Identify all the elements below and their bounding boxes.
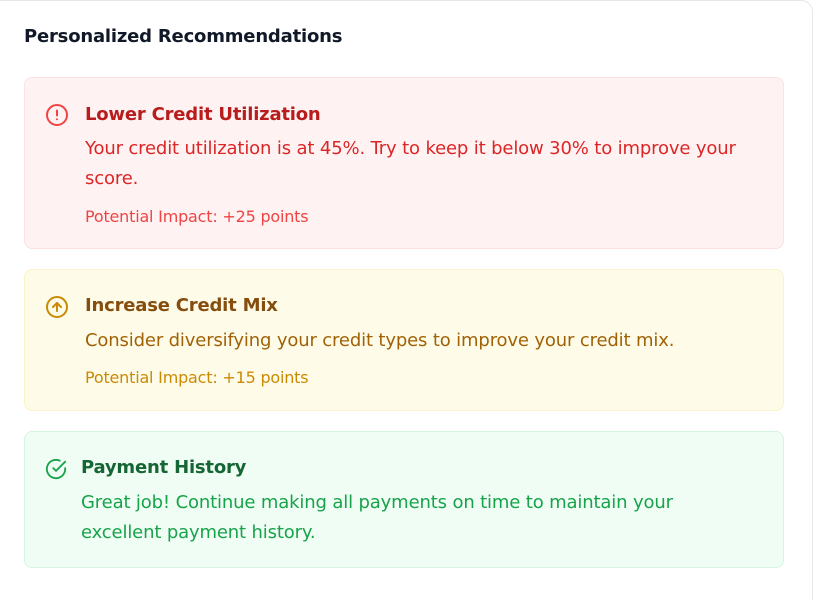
arrow-up-circle-icon — [45, 295, 69, 319]
recommendation-impact: Potential Impact: +25 points — [85, 207, 309, 226]
recommendation-title: Payment History — [81, 457, 247, 478]
check-circle-icon — [45, 458, 67, 480]
recommendation-card-payment-history: Payment History Great job! Continue maki… — [24, 431, 784, 568]
recommendation-description: Your credit utilization is at 45%. Try t… — [85, 138, 736, 189]
recommendation-description: Consider diversifying your credit types … — [85, 330, 675, 351]
recommendation-title: Lower Credit Utilization — [85, 104, 321, 125]
recommendation-description: Great job! Continue making all payments … — [81, 492, 673, 543]
recommendation-card-credit-utilization: Lower Credit Utilization Your credit uti… — [24, 77, 784, 249]
section-title: Personalized Recommendations — [24, 26, 343, 47]
recommendation-card-credit-mix: Increase Credit Mix Consider diversifyin… — [24, 269, 784, 411]
recommendation-impact: Potential Impact: +15 points — [85, 368, 309, 387]
recommendations-panel: Personalized Recommendations Lower Credi… — [0, 0, 813, 600]
recommendation-title: Increase Credit Mix — [85, 295, 278, 316]
alert-circle-icon — [45, 103, 69, 127]
